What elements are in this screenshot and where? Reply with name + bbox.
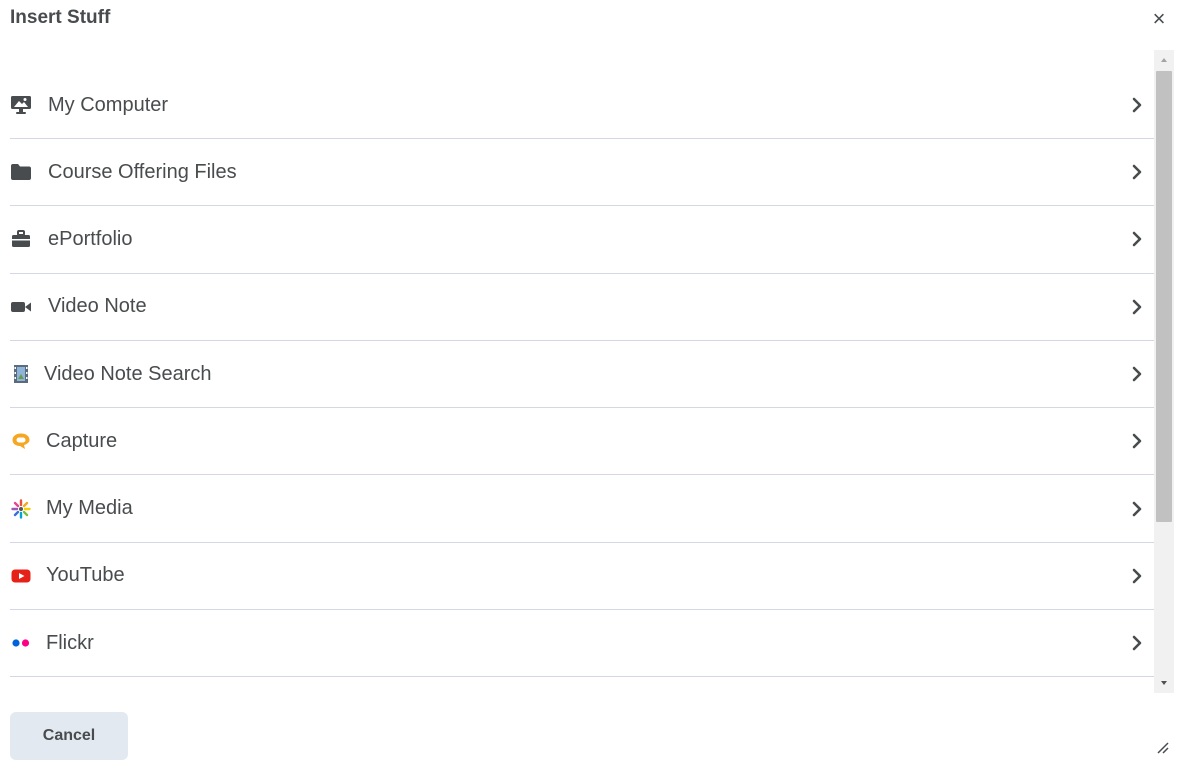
chevron-right-icon xyxy=(1132,97,1142,113)
list-item-flickr[interactable]: Flickr xyxy=(10,610,1154,678)
capture-icon xyxy=(10,430,32,452)
list-item-label: Course Offering Files xyxy=(48,160,237,183)
desktop-icon xyxy=(10,94,32,116)
film-icon xyxy=(10,363,32,385)
list-item-label: Flickr xyxy=(46,631,94,654)
close-button[interactable]: × xyxy=(1149,8,1169,30)
vertical-scrollbar[interactable] xyxy=(1154,50,1174,693)
list-item-label: ePortfolio xyxy=(48,227,133,250)
dialog-title: Insert Stuff xyxy=(10,7,111,28)
my-media-icon xyxy=(10,498,32,520)
chevron-right-icon xyxy=(1132,568,1142,584)
youtube-icon xyxy=(10,565,32,587)
briefcase-icon xyxy=(10,228,32,250)
list-item-eportfolio[interactable]: ePortfolio xyxy=(10,206,1154,274)
resize-grip-icon[interactable] xyxy=(1153,738,1169,754)
cancel-button[interactable]: Cancel xyxy=(10,712,128,760)
list-item-capture[interactable]: Capture xyxy=(10,408,1154,476)
scrollbar-thumb[interactable] xyxy=(1156,71,1172,522)
list-item-my-computer[interactable]: My Computer xyxy=(10,50,1154,139)
flickr-icon xyxy=(10,632,32,654)
folder-icon xyxy=(10,161,32,183)
list-item-my-media[interactable]: My Media xyxy=(10,475,1154,543)
chevron-right-icon xyxy=(1132,366,1142,382)
list-item-video-note-search[interactable]: Video Note Search xyxy=(10,341,1154,409)
list-item-label: Video Note xyxy=(48,295,147,318)
chevron-right-icon xyxy=(1132,635,1142,651)
chevron-right-icon xyxy=(1132,164,1142,180)
list-item-label: Video Note Search xyxy=(44,362,212,385)
chevron-right-icon xyxy=(1132,232,1142,247)
list-item-video-note[interactable]: Video Note xyxy=(10,274,1154,341)
video-camera-icon xyxy=(10,296,32,318)
scroll-down-arrow-icon[interactable] xyxy=(1154,673,1174,693)
chevron-right-icon xyxy=(1132,501,1142,516)
list-item-label: Capture xyxy=(46,429,118,452)
list-item-label: My Media xyxy=(46,497,133,520)
scroll-up-arrow-icon[interactable] xyxy=(1154,50,1174,70)
source-list: My Computer Course Offering Files ePortf… xyxy=(10,50,1154,693)
list-item-course-offering-files[interactable]: Course Offering Files xyxy=(10,139,1154,207)
insert-stuff-dialog: Insert Stuff × My Computer Course Offeri… xyxy=(0,0,1179,762)
list-item-label: YouTube xyxy=(46,564,125,587)
list-item-label: My Computer xyxy=(48,93,169,116)
chevron-right-icon xyxy=(1132,434,1142,449)
chevron-right-icon xyxy=(1132,299,1142,315)
list-item-youtube[interactable]: YouTube xyxy=(10,543,1154,611)
